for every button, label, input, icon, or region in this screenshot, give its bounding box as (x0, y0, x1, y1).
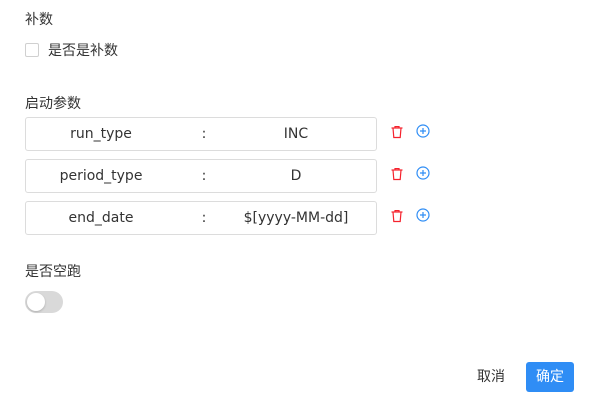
params-section-title: 启动参数 (25, 96, 81, 112)
param-input[interactable]: period_type : D (25, 159, 377, 193)
param-key[interactable]: end_date (26, 202, 176, 234)
dry-run-section-title: 是否空跑 (25, 264, 81, 280)
param-value[interactable]: INC (226, 118, 366, 150)
param-separator: : (201, 210, 207, 226)
plus-circle-icon[interactable] (416, 124, 430, 138)
confirm-button[interactable]: 确定 (526, 362, 574, 392)
trash-icon[interactable] (390, 209, 404, 223)
trash-icon[interactable] (390, 125, 404, 139)
trash-icon[interactable] (390, 167, 404, 181)
param-input[interactable]: run_type : INC (25, 117, 377, 151)
param-input[interactable]: end_date : $[yyyy-MM-dd] (25, 201, 377, 235)
supplement-checkbox-label[interactable]: 是否是补数 (48, 40, 118, 60)
param-separator: : (201, 168, 207, 184)
param-row-period-type: period_type : D (25, 159, 455, 193)
param-separator: : (201, 126, 207, 142)
param-value[interactable]: D (226, 160, 366, 192)
param-key[interactable]: period_type (26, 160, 176, 192)
param-value[interactable]: $[yyyy-MM-dd] (226, 202, 366, 234)
plus-circle-icon[interactable] (416, 166, 430, 180)
supplement-section-title: 补数 (25, 12, 53, 28)
supplement-checkbox-row[interactable]: 是否是补数 (25, 40, 118, 60)
param-row-end-date: end_date : $[yyyy-MM-dd] (25, 201, 455, 235)
supplement-checkbox[interactable] (25, 43, 39, 57)
plus-circle-icon[interactable] (416, 208, 430, 222)
param-key[interactable]: run_type (26, 118, 176, 150)
param-row-run-type: run_type : INC (25, 117, 455, 151)
cancel-button[interactable]: 取消 (468, 362, 514, 392)
dry-run-toggle[interactable] (25, 291, 63, 313)
toggle-knob (27, 293, 45, 311)
